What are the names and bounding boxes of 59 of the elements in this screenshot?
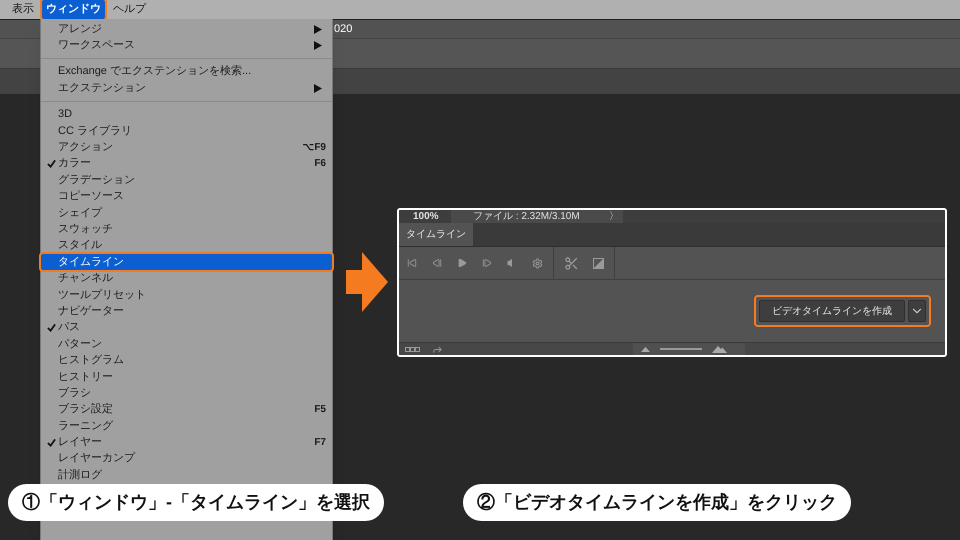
checkmark-icon <box>47 323 56 332</box>
menu-item[interactable]: グラデーション <box>41 172 332 189</box>
menu-item[interactable]: CC ライブラリ <box>41 122 332 140</box>
menu-item[interactable]: ブラシ設定 F5 <box>41 402 332 418</box>
menu-item[interactable]: チャンネル <box>41 270 332 287</box>
small-mountain-icon[interactable] <box>641 346 650 352</box>
checkmark-icon <box>47 159 56 168</box>
skip-to-start-icon[interactable] <box>407 258 417 268</box>
instruction-caption: ②「ビデオタイムラインを作成」をクリック <box>463 484 851 521</box>
dropdown-button[interactable] <box>908 300 926 322</box>
menu-bar-item[interactable]: ヘルプ <box>109 0 150 19</box>
menu-item[interactable]: ラーニング <box>41 418 332 434</box>
menu-item[interactable]: コピーソース <box>41 188 332 205</box>
menu-item[interactable]: ヒストリー <box>41 368 332 386</box>
menu-item[interactable]: レイヤーカンプ <box>41 450 332 468</box>
menu-item[interactable]: パス <box>41 320 332 336</box>
settings-icon[interactable] <box>532 258 543 268</box>
menu-item[interactable]: Exchange でエクステンションを検索... <box>41 64 332 80</box>
menu-item[interactable]: 計測ログ <box>41 467 332 484</box>
checkmark-icon <box>47 438 56 448</box>
transition-icon[interactable] <box>593 258 604 268</box>
frames-icon[interactable] <box>405 346 420 352</box>
shortcut-label: ⌥F9 <box>302 142 326 153</box>
menu-item[interactable]: 3D <box>41 106 332 123</box>
menu-item[interactable]: アレンジ <box>41 21 332 38</box>
menu-item[interactable]: シェイプ <box>41 204 332 222</box>
menu-item[interactable]: エクステンション <box>41 80 332 97</box>
menu-item[interactable]: スタイル <box>41 238 332 254</box>
menu-item[interactable]: ツールプリセット <box>41 286 332 304</box>
zoom-level: 100% <box>412 210 440 224</box>
large-mountain-icon[interactable] <box>712 346 727 352</box>
menu-bar-item[interactable]: 表示 <box>8 0 38 19</box>
menu-item[interactable]: アクション ⌥F9 <box>41 139 332 156</box>
play-icon[interactable] <box>457 258 467 268</box>
menu-item[interactable]: ブラシ <box>41 385 332 402</box>
menu-item[interactable]: スウォッチ <box>41 221 332 238</box>
shortcut-label: F7 <box>314 438 326 448</box>
menu-item[interactable]: ヒストグラム <box>41 352 332 369</box>
menu-item[interactable]: タイムライン <box>41 254 332 270</box>
shortcut-label: F5 <box>314 404 326 415</box>
menu-item[interactable]: レイヤー F7 <box>41 434 332 451</box>
panel-tab[interactable]: タイムライン <box>399 223 473 246</box>
menu-item[interactable]: ナビゲーター <box>41 303 332 320</box>
right-arrow-icon <box>346 252 388 312</box>
forward-arrow-icon[interactable] <box>432 344 443 354</box>
menu-item[interactable]: ワークスペース <box>41 37 332 54</box>
document-tab-title[interactable]: 020 <box>334 20 352 38</box>
more-chevron[interactable]: 〉 <box>609 210 623 223</box>
menu-bar-item[interactable]: ウィンドウ <box>42 0 105 19</box>
create-video-timeline-button[interactable]: ビデオタイムラインを作成 <box>759 300 905 322</box>
step-back-icon[interactable] <box>432 258 442 268</box>
submenu-arrow-icon <box>314 84 322 93</box>
instruction-caption: ①「ウィンドウ」-「タイムライン」を選択 <box>8 484 384 521</box>
step-forward-icon[interactable] <box>482 258 492 268</box>
file-info: ファイル : 2.32M/3.10M <box>451 210 609 223</box>
scissors-icon[interactable] <box>564 256 579 270</box>
shortcut-label: F6 <box>314 158 326 169</box>
menu-item[interactable]: カラー F6 <box>41 156 332 172</box>
menu-item[interactable]: パターン <box>41 336 332 352</box>
